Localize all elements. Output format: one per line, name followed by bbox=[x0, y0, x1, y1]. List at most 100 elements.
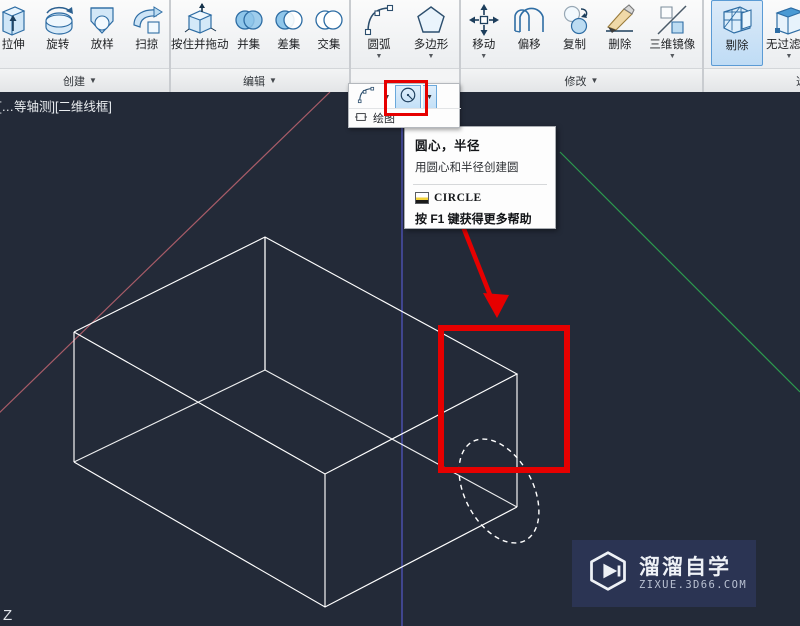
chevron-down-icon: ▼ bbox=[590, 76, 599, 85]
erase-icon bbox=[603, 2, 637, 38]
tooltip-description: 用圆心和半径创建圆 bbox=[415, 162, 519, 174]
tool-label: 复制 bbox=[563, 39, 587, 51]
tool-sweep[interactable]: 扫掠 bbox=[125, 0, 170, 52]
watermark-domain: ZIXUE.3D66.COM bbox=[639, 578, 748, 591]
ribbon-panel-modify: 移动 ▼ 偏移 复制 删除 三维镜像 ▼ 修改 ▼ bbox=[460, 0, 703, 92]
tool-union[interactable]: 并集 bbox=[229, 0, 269, 52]
flyout-arc-button[interactable] bbox=[353, 85, 379, 109]
tool-cull[interactable]: 剔除 bbox=[711, 0, 763, 66]
tool-offset[interactable]: 偏移 bbox=[506, 0, 551, 52]
revolve-icon bbox=[41, 2, 75, 38]
tool-presspull[interactable]: 按住并拖动 bbox=[171, 0, 229, 52]
subtract-icon bbox=[272, 2, 306, 38]
chevron-down-icon[interactable]: ▼ bbox=[480, 53, 487, 60]
tool-polygon[interactable]: 多边形 ▼ bbox=[405, 0, 457, 60]
presspull-icon bbox=[183, 2, 217, 38]
tool-revolve[interactable]: 旋转 bbox=[36, 0, 81, 52]
chevron-down-icon[interactable]: ▼ bbox=[376, 53, 383, 60]
union-icon bbox=[232, 2, 266, 38]
chevron-down-icon[interactable]: ▼ bbox=[786, 53, 793, 60]
box-wireframe bbox=[73, 236, 519, 608]
panel-label-text: 编辑 bbox=[243, 75, 266, 88]
panel-label-selection[interactable]: 选择 bbox=[704, 68, 800, 92]
panel-label-text: 选择 bbox=[796, 73, 800, 89]
nofilter-icon bbox=[772, 2, 800, 38]
ribbon-panel-draw: 圆弧 ▼ 多边形 ▼ bbox=[350, 0, 460, 92]
watermark-brand: 溜溜自学 bbox=[639, 555, 731, 579]
panel-tools: 移动 ▼ 偏移 复制 删除 三维镜像 ▼ bbox=[461, 0, 702, 68]
tool-label: 并集 bbox=[237, 39, 261, 51]
tooltip-command-row: CIRCLE bbox=[415, 192, 555, 204]
pin-icon[interactable] bbox=[355, 111, 367, 126]
tool-label: 偏移 bbox=[517, 39, 541, 51]
move-icon bbox=[467, 2, 501, 38]
arc-icon bbox=[357, 86, 375, 109]
watermark-text: 溜溜自学 ZIXUE.3D66.COM bbox=[639, 556, 747, 592]
red-tool-highlight-box bbox=[384, 80, 428, 116]
autocad-window: 拉伸 旋转 放样 扫掠 创建 ▼ 按住并拖动 并集 差集 交集 编辑 ▼ 圆弧 … bbox=[0, 0, 800, 626]
chevron-down-icon[interactable]: ▼ bbox=[428, 53, 435, 60]
tool-intersect[interactable]: 交集 bbox=[309, 0, 349, 52]
tool-arc[interactable]: 圆弧 ▼ bbox=[353, 0, 405, 60]
panel-label-text: 修改 bbox=[564, 75, 587, 88]
play-button-logo bbox=[586, 549, 630, 598]
tool-label: 交集 bbox=[317, 39, 341, 51]
loft-icon bbox=[85, 2, 119, 38]
panel-tools: 圆弧 ▼ 多边形 ▼ bbox=[351, 0, 459, 68]
tool-label: 删除 bbox=[608, 39, 632, 51]
tool-copy[interactable]: 复制 bbox=[552, 0, 597, 52]
axis-y-line bbox=[559, 151, 800, 393]
tool-label: 旋转 bbox=[46, 39, 70, 51]
axis-label-z: Z bbox=[3, 607, 13, 624]
tool-label: 无过滤器 bbox=[766, 39, 800, 51]
command-tooltip: 圆心，半径 用圆心和半径创建圆 CIRCLE 按 F1 键获得更多帮助 bbox=[404, 126, 556, 229]
panel-tools: 剔除 无过滤器 ▼ bbox=[704, 0, 800, 68]
panel-label-create[interactable]: 创建 ▼ bbox=[0, 68, 169, 92]
offset-icon bbox=[512, 2, 546, 38]
box-bottom-face bbox=[73, 461, 518, 608]
arc-icon bbox=[362, 2, 396, 38]
sweep-icon bbox=[130, 2, 164, 38]
tool-label: 差集 bbox=[277, 39, 301, 51]
watermark-logo: 溜溜自学 ZIXUE.3D66.COM bbox=[572, 540, 756, 607]
tooltip-title: 圆心，半径 bbox=[415, 139, 481, 153]
tool-label: 圆弧 bbox=[367, 39, 391, 51]
axis-x-line bbox=[0, 92, 331, 413]
ribbon-panel-selection: 剔除 无过滤器 ▼ 选择 bbox=[703, 0, 800, 92]
tool-erase[interactable]: 删除 bbox=[597, 0, 642, 52]
tooltip-divider bbox=[413, 184, 547, 185]
mirror3d-icon bbox=[655, 2, 689, 38]
intersect-icon bbox=[312, 2, 346, 38]
polygon-icon bbox=[414, 2, 448, 38]
circle-command-icon bbox=[415, 192, 429, 204]
cull-icon bbox=[720, 3, 754, 39]
tooltip-help-text: 按 F1 键获得更多帮助 bbox=[415, 212, 532, 226]
ribbon-toolbar: 拉伸 旋转 放样 扫掠 创建 ▼ 按住并拖动 并集 差集 交集 编辑 ▼ 圆弧 … bbox=[0, 0, 800, 92]
tool-move[interactable]: 移动 ▼ bbox=[461, 0, 506, 60]
tool-subtract[interactable]: 差集 bbox=[269, 0, 309, 52]
tooltip-command-name: CIRCLE bbox=[434, 192, 482, 204]
tool-label: 放样 bbox=[90, 39, 114, 51]
tool-label: 三维镜像 bbox=[649, 39, 696, 51]
tool-extrude[interactable]: 拉伸 bbox=[0, 0, 36, 52]
copy-icon bbox=[558, 2, 592, 38]
tool-loft[interactable]: 放样 bbox=[80, 0, 125, 52]
ribbon-panel-create: 拉伸 旋转 放样 扫掠 创建 ▼ bbox=[0, 0, 170, 92]
tool-mirror3d[interactable]: 三维镜像 ▼ bbox=[643, 0, 702, 60]
extrude-icon bbox=[0, 2, 30, 38]
tool-label: 扫掠 bbox=[135, 39, 159, 51]
panel-label-modify[interactable]: 修改 ▼ bbox=[461, 68, 702, 92]
tool-nofilter[interactable]: 无过滤器 ▼ bbox=[763, 0, 800, 60]
chevron-down-icon[interactable]: ▼ bbox=[669, 53, 676, 60]
panel-label-edit[interactable]: 编辑 ▼ bbox=[171, 68, 349, 92]
panel-tools: 按住并拖动 并集 差集 交集 bbox=[171, 0, 349, 68]
tool-label: 按住并拖动 bbox=[171, 39, 229, 51]
box-top-face bbox=[73, 236, 519, 475]
ribbon-panel-edit: 按住并拖动 并集 差集 交集 编辑 ▼ bbox=[170, 0, 350, 92]
panel-tools: 拉伸 旋转 放样 扫掠 bbox=[0, 0, 169, 68]
tool-label: 移动 bbox=[472, 39, 496, 51]
panel-label-text: 创建 bbox=[63, 75, 86, 88]
tool-label: 多边形 bbox=[413, 39, 449, 51]
chevron-down-icon: ▼ bbox=[269, 76, 277, 85]
tool-label: 剔除 bbox=[725, 40, 749, 52]
